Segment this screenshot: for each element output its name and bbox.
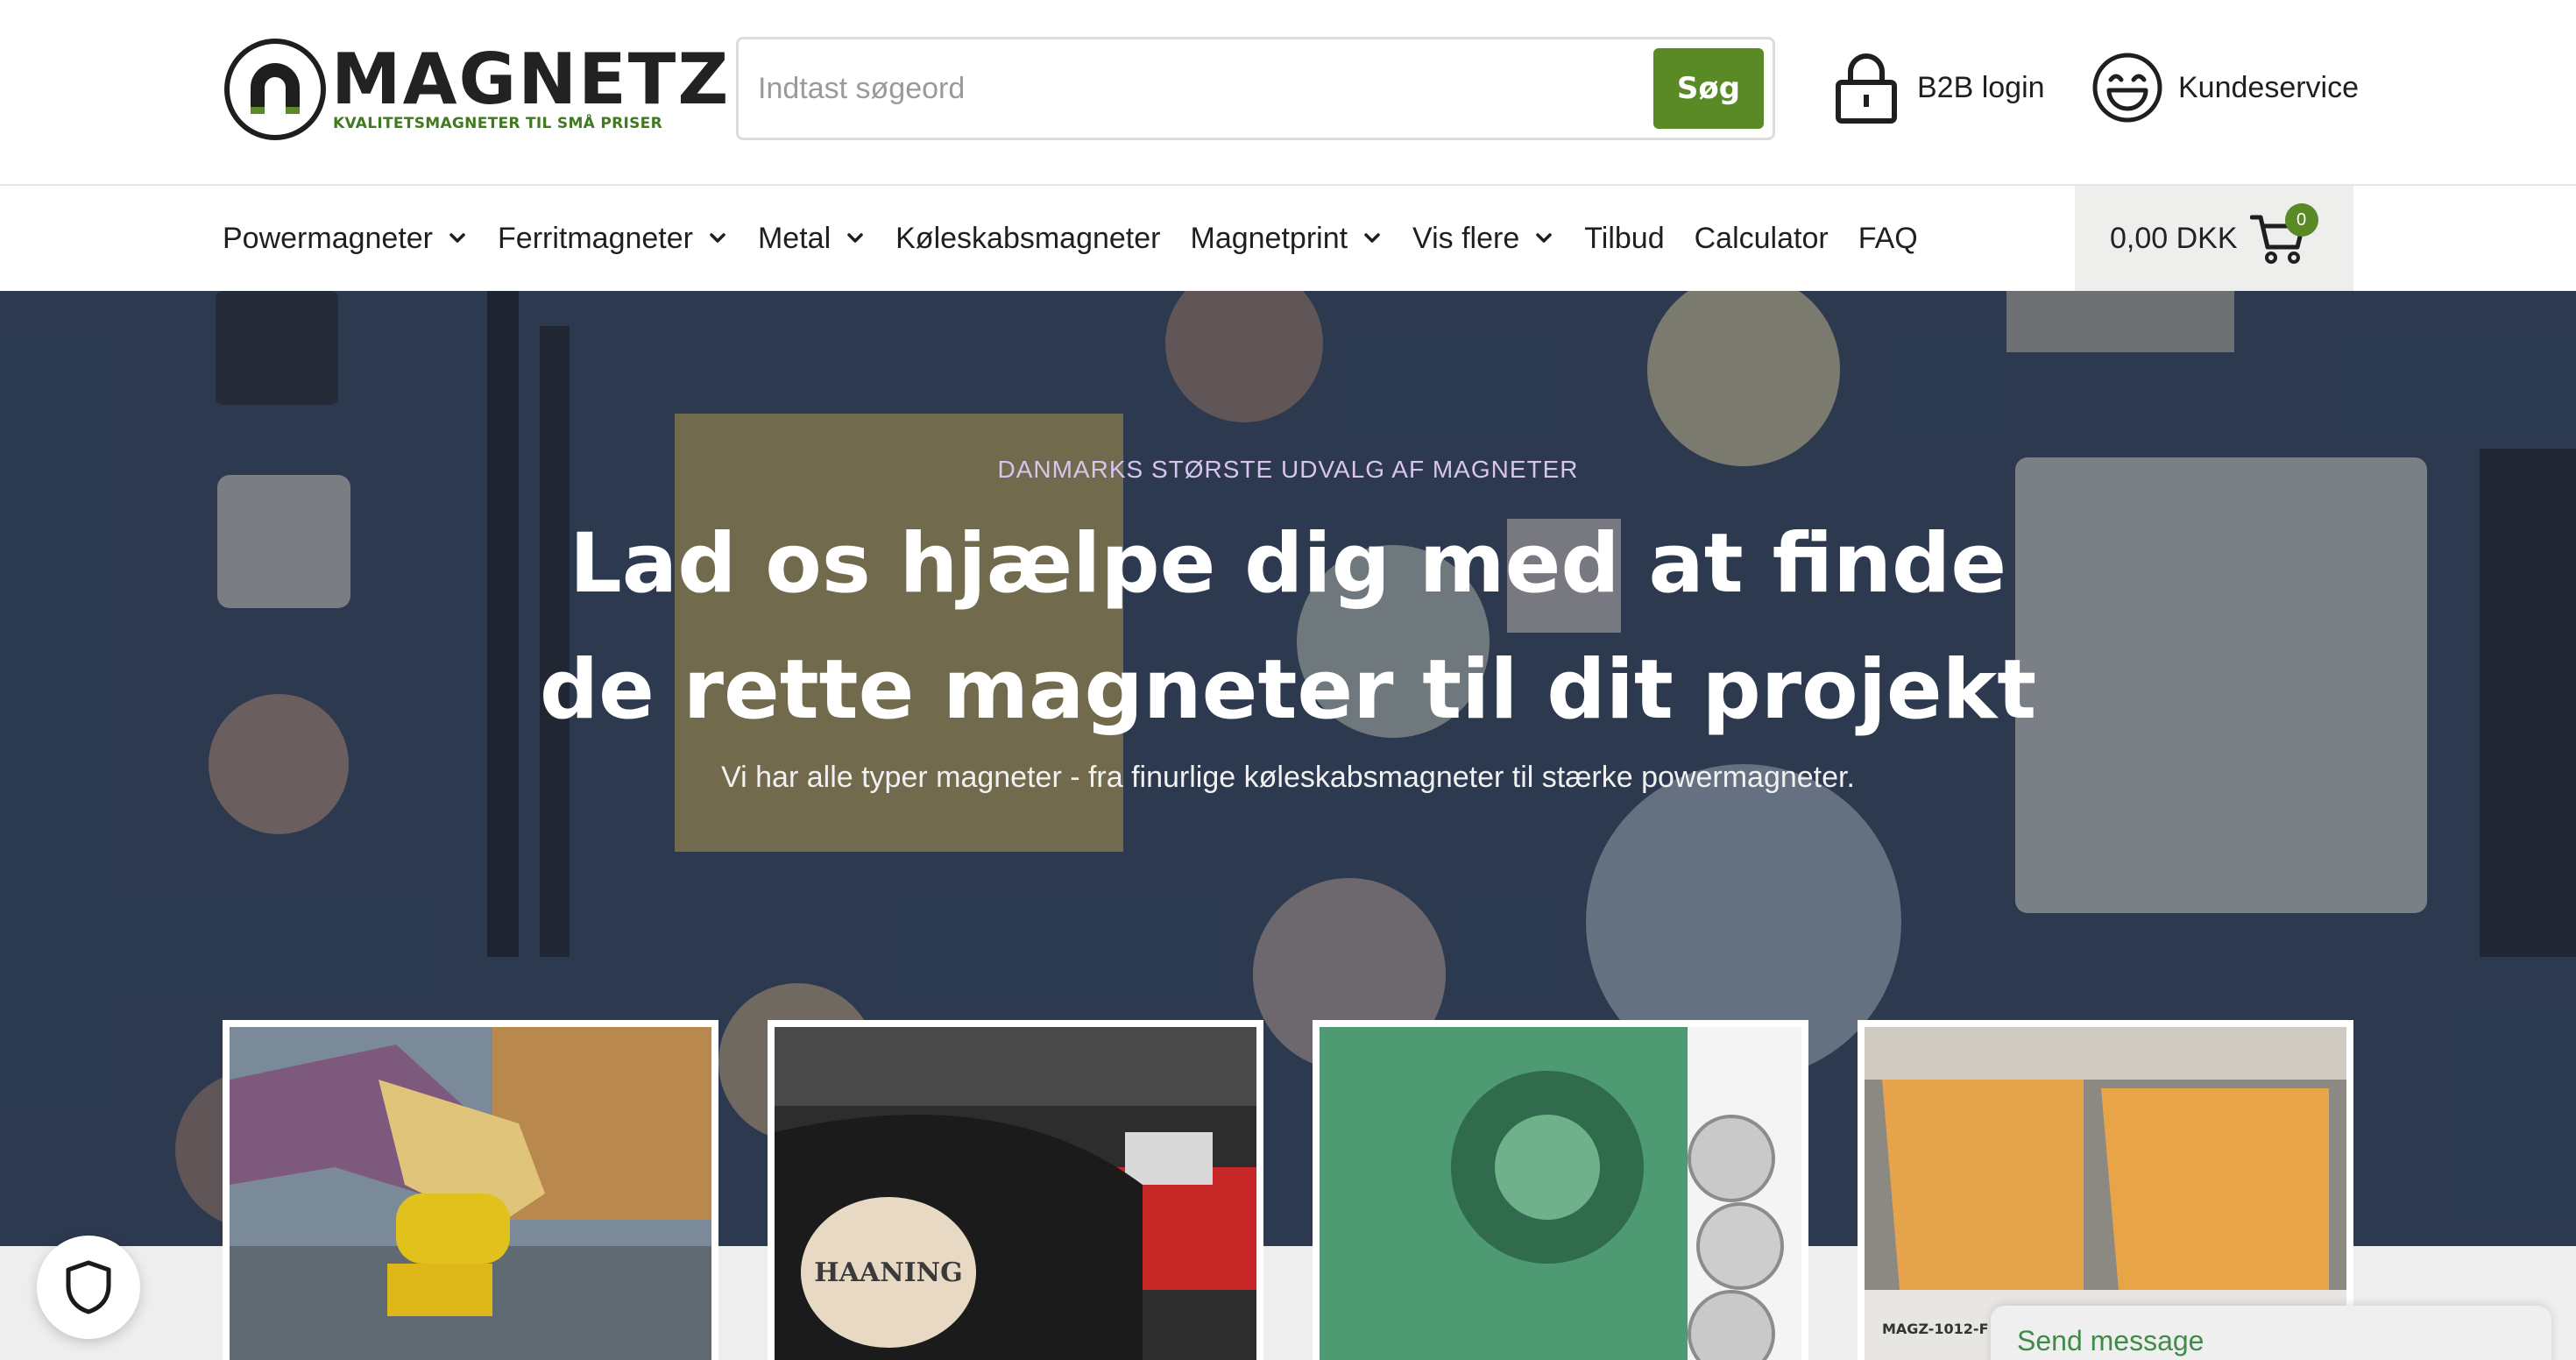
- b2b-login-label: B2B login: [1917, 70, 2045, 104]
- category-card-1[interactable]: [223, 1020, 718, 1360]
- hero-title-line-2: de rette magneter til dit projekt: [539, 642, 2037, 738]
- nav-item-faq[interactable]: FAQ: [1858, 222, 1918, 256]
- customer-service-label: Kundeservice: [2178, 70, 2360, 104]
- nav-item-label: Ferritmagneter: [498, 221, 693, 255]
- shield-icon: [66, 1260, 111, 1314]
- search-bar: Søg: [736, 37, 1775, 140]
- glove-lifting-magnet-photo: [230, 1027, 711, 1360]
- cart-button[interactable]: 0,00 DKK 0: [2075, 186, 2353, 291]
- chevron-down-icon: [847, 233, 863, 243]
- search-input[interactable]: [758, 59, 1494, 118]
- chat-widget[interactable]: Send message: [1991, 1306, 2551, 1360]
- hero-title: Lad os hjælpe dig med at finde de rette …: [0, 501, 2576, 754]
- hero-subtitle: Vi har alle typer magneter - fra finurli…: [721, 761, 1855, 794]
- chat-label: Send message: [2017, 1325, 2204, 1356]
- haaning-car-magnet-photo: HAANING: [775, 1027, 1256, 1360]
- nav-item-label: Tilbud: [1584, 221, 1665, 255]
- search-button[interactable]: Søg: [1653, 48, 1764, 129]
- chevron-down-icon: [710, 233, 725, 243]
- cookie-settings-button[interactable]: [37, 1236, 140, 1339]
- nav-list: Powermagneter Ferritmagneter Metal Køleskab…: [223, 186, 1948, 291]
- brand-name: MAGNETZ: [331, 39, 731, 120]
- nav-item-label: Powermagneter: [223, 221, 434, 255]
- category-card-2[interactable]: HAANING: [768, 1020, 1263, 1360]
- nav-item-label: Køleskabsmagneter: [895, 221, 1161, 255]
- nav-item-label: Vis flere: [1412, 221, 1520, 255]
- brand-logo[interactable]: MAGNETZ KVALITETSMAGNETER TIL SMÅ PRISER: [223, 35, 728, 144]
- nav-item-magnetprint[interactable]: Magnetprint: [1191, 222, 1384, 256]
- svg-text:HAANING: HAANING: [814, 1257, 962, 1288]
- nav-item-label: Magnetprint: [1190, 221, 1348, 255]
- category-card-3[interactable]: [1313, 1020, 1808, 1360]
- hero-title-line-1: Lad os hjælpe dig med at finde: [569, 516, 2007, 612]
- hero-kicker: DANMARKS STØRSTE UDVALG AF MAGNETER: [997, 456, 1579, 483]
- nav-item-label: FAQ: [1858, 221, 1918, 255]
- ferrofluid-disc-magnets-photo: [1320, 1027, 1801, 1360]
- nav-item-label: Metal: [757, 221, 832, 255]
- nav-item-tilbud[interactable]: Tilbud: [1584, 222, 1664, 256]
- cart-icon: 0: [2249, 203, 2318, 265]
- lock-icon: [1829, 51, 1903, 124]
- smiley-icon: [2091, 51, 2164, 124]
- nav-item-ferritmagneter[interactable]: Ferritmagneter: [498, 222, 728, 256]
- chevron-down-icon: [1536, 233, 1553, 243]
- cart-total: 0,00 DKK: [2110, 221, 2238, 255]
- nav-item-vis-flere[interactable]: Vis flere: [1412, 222, 1554, 256]
- nav-item-metal[interactable]: Metal: [758, 222, 866, 256]
- chevron-down-icon: [1364, 233, 1380, 243]
- magnet-logo-icon: [224, 39, 326, 140]
- nav-item-calculator[interactable]: Calculator: [1695, 222, 1829, 256]
- nav-item-label: Calculator: [1694, 221, 1829, 255]
- b2b-login-link[interactable]: B2B login: [1829, 49, 2045, 126]
- bin-label-text: MAGZ-1012-F: [1882, 1321, 1989, 1337]
- cart-count-badge: 0: [2284, 203, 2318, 237]
- site-header: MAGNETZ KVALITETSMAGNETER TIL SMÅ PRISER…: [0, 0, 2576, 186]
- brand-tagline: KVALITETSMAGNETER TIL SMÅ PRISER: [333, 115, 662, 132]
- main-nav: Powermagneter Ferritmagneter Metal Køleskab…: [0, 186, 2576, 291]
- customer-service-link[interactable]: Kundeservice: [2091, 49, 2359, 126]
- chevron-down-icon: [449, 233, 465, 243]
- nav-item-koleskabsmagneter[interactable]: Køleskabsmagneter: [895, 222, 1160, 256]
- nav-item-powermagneter[interactable]: Powermagneter: [223, 222, 468, 256]
